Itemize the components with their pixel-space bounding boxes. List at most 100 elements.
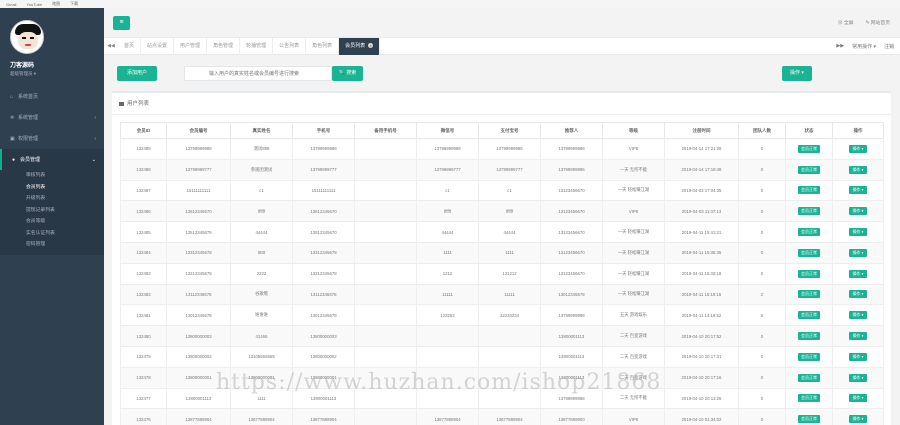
- row-operation-dropdown[interactable]: 操作 ▾: [849, 394, 867, 403]
- top-right-links: ▦ 全屏 ✎ 网站首页: [838, 19, 890, 26]
- tab-home[interactable]: 首页: [118, 37, 142, 55]
- sidebar-item-permissions[interactable]: ▣ 权限管理 ‹: [0, 128, 104, 149]
- bookmark-youtube[interactable]: YouTube: [26, 2, 42, 7]
- tab-ops-dropdown[interactable]: 常用操作 ▾: [852, 43, 876, 50]
- tabs-scroll-left-button[interactable]: ◀◀: [104, 43, 118, 49]
- site-home-link[interactable]: ✎ 网站首页: [865, 19, 890, 26]
- gear-icon: ✲: [10, 114, 15, 121]
- add-user-button[interactable]: 添加用户: [117, 66, 157, 81]
- operation-cell: 操作 ▾: [832, 408, 884, 425]
- table-cell: 13877888904: [292, 408, 355, 425]
- column-header: 会员编号: [166, 122, 231, 139]
- tabs-scroll-right-button[interactable]: ▶▶: [836, 43, 844, 49]
- bookmark-gmail[interactable]: Gmail: [6, 2, 16, 7]
- table-cell: 13105555555: [230, 345, 293, 368]
- table-cell: 0: [738, 158, 786, 181]
- status-badge[interactable]: 会员正常: [798, 352, 820, 361]
- row-operation-dropdown[interactable]: 操作 ▾: [849, 144, 867, 153]
- row-operation-dropdown[interactable]: 操作 ▾: [849, 415, 867, 424]
- table-cell: 0: [738, 200, 786, 223]
- table-cell: VIP8: [602, 200, 665, 223]
- close-icon[interactable]: ×: [368, 42, 374, 48]
- row-operation-dropdown[interactable]: 操作 ▾: [849, 228, 867, 237]
- table-cell: 13512345670: [292, 221, 355, 243]
- operation-cell: 操作 ▾: [832, 158, 884, 181]
- table-cell: [354, 283, 417, 306]
- table-cell: [354, 262, 417, 285]
- user-role-dropdown[interactable]: 超级管理员 ▾: [10, 71, 94, 77]
- table-cell: 13123456670: [540, 179, 603, 202]
- table-cell: 2019-04-11 15:33:18: [664, 262, 739, 285]
- table-cell: 13799999777: [478, 158, 541, 181]
- row-operation-dropdown[interactable]: 操作 ▾: [849, 269, 867, 278]
- submenu-item-member-list[interactable]: 会员列表: [0, 182, 104, 194]
- status-badge[interactable]: 会员正常: [798, 311, 820, 320]
- table-cell: 13799999988: [540, 138, 603, 160]
- row-operation-dropdown[interactable]: 操作 ▾: [849, 332, 867, 341]
- operations-dropdown[interactable]: 操作 ▾: [782, 66, 812, 81]
- sidebar-item-system[interactable]: ✲ 系统管理 ‹: [0, 107, 104, 128]
- status-badge[interactable]: 会员正常: [798, 269, 820, 278]
- submenu-item-review[interactable]: 审核列表: [0, 170, 104, 182]
- row-operation-dropdown[interactable]: 操作 ▾: [849, 352, 867, 361]
- tab-announcements[interactable]: 公告列表: [273, 37, 307, 55]
- tab-site-settings[interactable]: 站点设置: [141, 37, 175, 55]
- row-operation-dropdown[interactable]: 操作 ▾: [849, 248, 867, 257]
- table-cell: 2019-04-03 11:37:13: [664, 200, 739, 223]
- row-operation-dropdown[interactable]: 操作 ▾: [849, 207, 867, 216]
- fullscreen-link[interactable]: ▦ 全屏: [838, 19, 854, 26]
- home-icon: ⌂: [10, 93, 14, 100]
- submenu-item-withdraw[interactable]: 提现记录列表: [0, 205, 104, 217]
- table-cell: 0: [738, 408, 786, 425]
- submenu-item-upgrade[interactable]: 升级列表: [0, 193, 104, 205]
- status-badge[interactable]: 会员正常: [798, 394, 820, 403]
- table-cell: 13612345670: [292, 200, 355, 223]
- status-badge[interactable]: 会员正常: [798, 415, 820, 424]
- panel-title: 用户列表: [112, 93, 891, 115]
- table-cell: 13012345678: [166, 304, 231, 327]
- status-badge[interactable]: 会员正常: [798, 373, 820, 382]
- table-cell: 132484: [120, 241, 167, 264]
- tab-role-management[interactable]: 角色管理: [207, 37, 241, 55]
- submenu-item-realname[interactable]: 实名认证列表: [0, 228, 104, 240]
- submenu-item-levels[interactable]: 会员等级: [0, 216, 104, 228]
- menu-toggle-button[interactable]: ≡: [113, 16, 130, 30]
- status-cell: 会员正常: [785, 138, 833, 160]
- status-badge[interactable]: 会员正常: [798, 228, 820, 237]
- table-row: 132485 13512345678 44444 13512345670 44444 44…: [120, 221, 884, 243]
- tab-user-management[interactable]: 用户管理: [174, 37, 208, 55]
- status-badge[interactable]: 会员正常: [798, 290, 820, 299]
- status-badge[interactable]: 会员正常: [798, 144, 820, 153]
- row-operation-dropdown[interactable]: 操作 ▾: [849, 165, 867, 174]
- bookmark-downloads[interactable]: 下载: [70, 1, 78, 7]
- sidebar-item-home[interactable]: ⌂ 系统首页: [0, 86, 104, 107]
- row-operation-dropdown[interactable]: 操作 ▾: [849, 290, 867, 299]
- search-input[interactable]: [184, 66, 332, 81]
- table-cell: 13799999777: [166, 158, 231, 181]
- row-operation-dropdown[interactable]: 操作 ▾: [849, 186, 867, 195]
- tab-carousel-management[interactable]: 轮播管理: [240, 37, 274, 55]
- chevron-down-icon: ⌄: [91, 156, 96, 163]
- status-badge[interactable]: 会员正常: [798, 207, 820, 216]
- status-badge[interactable]: 会员正常: [798, 186, 820, 195]
- row-operation-dropdown[interactable]: 操作 ▾: [849, 311, 867, 320]
- status-badge[interactable]: 会员正常: [798, 332, 820, 341]
- status-cell: 会员正常: [785, 345, 833, 368]
- tab-member-list[interactable]: 会员列表 ×: [339, 37, 381, 55]
- table-cell: [354, 345, 417, 368]
- tab-role-list[interactable]: 角色列表: [306, 37, 340, 55]
- bookmarks-bar: Gmail YouTube 地图 下载: [0, 0, 900, 8]
- bookmark-maps[interactable]: 地图: [52, 1, 60, 7]
- table-cell: 11111: [416, 283, 479, 306]
- logout-link[interactable]: 注销: [884, 43, 894, 50]
- table-cell: 1111: [478, 241, 541, 264]
- avatar[interactable]: [10, 20, 44, 54]
- status-badge[interactable]: 会员正常: [798, 165, 820, 174]
- status-badge[interactable]: 会员正常: [798, 248, 820, 257]
- search-button[interactable]: 🔍 搜索: [332, 66, 363, 81]
- submenu-item-password[interactable]: 密码管理: [0, 239, 104, 251]
- sidebar-item-members[interactable]: ● 会员管理 ⌄: [0, 149, 104, 170]
- table-cell: 二天 百变游戏: [602, 325, 665, 347]
- column-header: 手机号: [292, 122, 355, 139]
- row-operation-dropdown[interactable]: 操作 ▾: [849, 373, 867, 382]
